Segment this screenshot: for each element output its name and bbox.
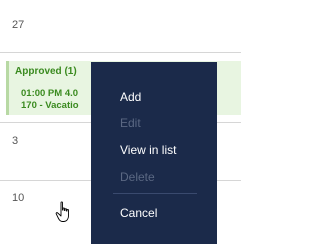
- menu-item-add[interactable]: Add: [120, 90, 141, 104]
- event-status-title: Approved (1): [15, 66, 77, 77]
- menu-divider: [113, 193, 197, 194]
- event-type: 170 - Vacatio: [21, 100, 79, 111]
- event-time: 01:00 PM 4.0: [21, 88, 79, 99]
- menu-item-edit: Edit: [120, 116, 141, 130]
- hand-pointer-icon: [55, 201, 69, 222]
- context-menu: Add Edit View in list Delete Cancel: [91, 62, 217, 244]
- menu-item-cancel[interactable]: Cancel: [120, 206, 157, 220]
- day-number: 10: [12, 192, 25, 204]
- menu-item-view-in-list[interactable]: View in list: [120, 143, 176, 157]
- menu-item-delete: Delete: [120, 170, 155, 184]
- day-number: 3: [12, 135, 19, 147]
- calendar-view-screenshot: 27 Approved (1) 01:00 PM 4.0 170 - Vacat…: [0, 0, 241, 244]
- day-cell-27[interactable]: 27: [0, 0, 241, 53]
- day-number: 27: [12, 19, 25, 31]
